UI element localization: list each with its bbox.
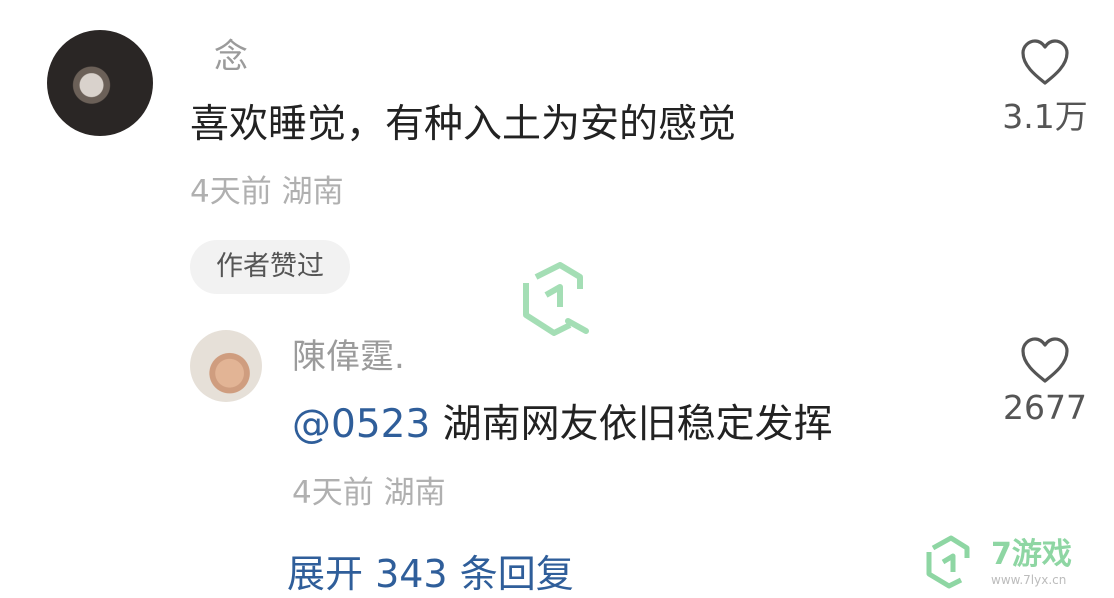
comment-like-count: 3.1万 xyxy=(1002,97,1088,136)
avatar-commenter[interactable] xyxy=(47,30,153,136)
author-liked-badge: 作者赞过 xyxy=(190,240,350,294)
replier-username[interactable]: 陳偉霆. xyxy=(292,340,405,374)
commenter-username[interactable]: 念 xyxy=(214,40,248,74)
reply-like-group[interactable]: 2677 xyxy=(985,336,1105,427)
avatar-replier[interactable] xyxy=(190,330,262,402)
comment-meta: 4天前 湖南 xyxy=(190,174,344,210)
reply-like-count: 2677 xyxy=(1003,388,1087,427)
reply-meta: 4天前 湖南 xyxy=(292,475,446,511)
reply-body: 湖南网友依旧稳定发挥 xyxy=(442,402,833,447)
heart-icon[interactable] xyxy=(1019,38,1071,86)
expand-replies-button[interactable]: 展开 343 条回复 xyxy=(287,555,574,593)
watermark-url-text: www.7lyx.cn xyxy=(991,573,1066,587)
comment-text: 喜欢睡觉，有种入土为安的感觉 xyxy=(190,102,737,147)
watermark-logo-icon xyxy=(523,262,589,336)
comment-like-group[interactable]: 3.1万 xyxy=(985,38,1105,138)
reply-text: @0523 湖南网友依旧稳定发挥 xyxy=(292,405,833,444)
heart-icon[interactable] xyxy=(1019,336,1071,384)
watermark-brand-logo: 7游戏 www.7lyx.cn xyxy=(926,535,1072,589)
mention-link[interactable]: @0523 xyxy=(292,402,430,447)
watermark-brand-text: 7游戏 xyxy=(991,537,1072,572)
